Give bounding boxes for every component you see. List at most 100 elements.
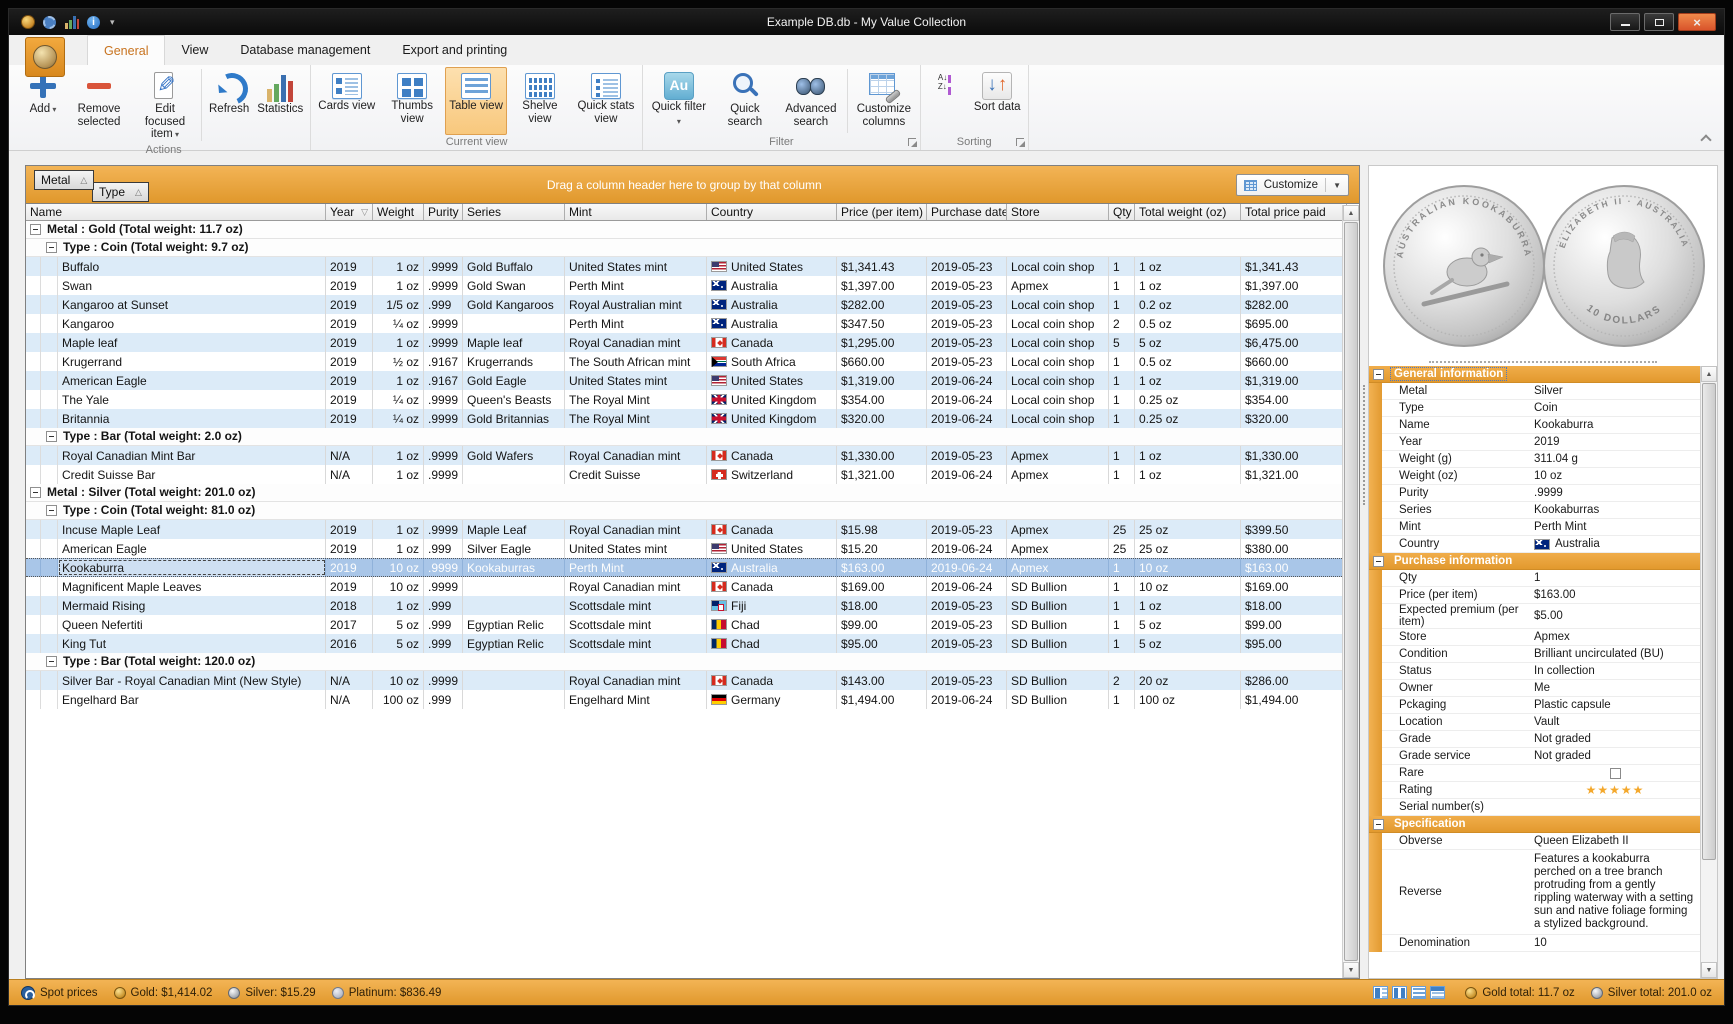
group-row[interactable]: Type : Bar (Total weight: 120.0 oz) — [26, 653, 1342, 671]
quick-search-button[interactable]: Quick search — [712, 67, 778, 135]
table-row[interactable]: Kangaroo at Sunset20191/5 oz.999Gold Kan… — [26, 295, 1342, 314]
group-row[interactable]: Metal : Silver (Total weight: 201.0 oz) — [26, 484, 1342, 502]
app-coin-icon[interactable] — [21, 15, 35, 29]
statistics-chart-icon[interactable] — [64, 16, 79, 29]
collapse-icon[interactable] — [46, 242, 57, 253]
group-row[interactable]: Type : Coin (Total weight: 81.0 oz) — [26, 502, 1342, 520]
sort-az-stack-icon-button[interactable] — [924, 67, 970, 135]
dialog-launcher-icon[interactable] — [1016, 138, 1024, 146]
table-view-button[interactable]: Table view — [445, 67, 507, 135]
app-menu-button[interactable] — [25, 37, 65, 77]
info-icon[interactable] — [87, 16, 100, 29]
scroll-down-icon[interactable]: ▼ — [1701, 962, 1717, 978]
table-row[interactable]: Maple leaf20191 oz.9999Maple leafRoyal C… — [26, 333, 1342, 352]
statistics-button[interactable]: Statistics — [253, 67, 307, 143]
group-chip-metal[interactable]: Metal△ — [34, 170, 94, 190]
scroll-up-icon[interactable]: ▲ — [1701, 366, 1717, 382]
group-chip-type[interactable]: Type△ — [92, 182, 149, 202]
advanced-search-button[interactable]: Advanced search — [778, 67, 844, 135]
detail-section-header[interactable]: Purchase information — [1369, 553, 1700, 570]
status-view-1-icon[interactable] — [1373, 986, 1388, 999]
scroll-thumb[interactable] — [1344, 222, 1358, 961]
table-row[interactable]: Royal Canadian Mint BarN/A1 oz.9999Gold … — [26, 446, 1342, 465]
table-scrollbar[interactable]: ▲ ▼ — [1342, 205, 1359, 978]
settings-gear-icon[interactable] — [43, 16, 56, 29]
remove-selected-button[interactable]: Remove selected — [66, 67, 132, 143]
table-row[interactable]: Mermaid Rising20181 oz.999Scottsdale min… — [26, 596, 1342, 615]
table-row[interactable]: Engelhard BarN/A100 oz.999Engelhard Mint… — [26, 690, 1342, 709]
column-header-total-weight-oz[interactable]: Total weight (oz) — [1135, 204, 1241, 220]
table-row[interactable]: Britannia2019¼ oz.9999Gold BritanniasThe… — [26, 409, 1342, 428]
detail-section-header[interactable]: Specification — [1369, 816, 1700, 833]
status-view-2-icon[interactable] — [1392, 986, 1407, 999]
column-header-series[interactable]: Series — [463, 204, 565, 220]
column-header-mint[interactable]: Mint — [565, 204, 707, 220]
scroll-up-icon[interactable]: ▲ — [1343, 205, 1359, 221]
column-header-qty[interactable]: Qty — [1109, 204, 1135, 220]
collapse-icon[interactable] — [30, 487, 41, 498]
collapse-icon[interactable] — [1373, 819, 1384, 830]
table-row[interactable]: Krugerrand2019½ oz.9167KrugerrandsThe So… — [26, 352, 1342, 371]
panel-splitter[interactable] — [1360, 165, 1368, 979]
rating-stars[interactable]: ★★★★★ — [1586, 783, 1645, 797]
collapse-icon[interactable] — [46, 656, 57, 667]
quick-stats-view-button[interactable]: Quick stats view — [573, 67, 639, 135]
scroll-thumb[interactable] — [1702, 383, 1716, 860]
column-header-purchase-date[interactable]: Purchase date — [927, 204, 1007, 220]
collapse-icon[interactable] — [30, 224, 41, 235]
group-row[interactable]: Type : Bar (Total weight: 2.0 oz) — [26, 428, 1342, 446]
table-row[interactable]: Swan20191 oz.9999Gold SwanPerth MintAust… — [26, 276, 1342, 295]
column-header-year[interactable]: Year▽ — [326, 204, 373, 220]
customize-button[interactable]: Customize ▼ — [1236, 174, 1349, 196]
dialog-launcher-icon[interactable] — [908, 138, 916, 146]
table-row[interactable]: Incuse Maple Leaf20191 oz.9999Maple Leaf… — [26, 520, 1342, 539]
column-header-total-price-paid[interactable]: Total price paid — [1241, 204, 1347, 220]
detail-section-header[interactable]: General information — [1369, 366, 1700, 383]
tab-general[interactable]: General — [87, 35, 165, 65]
group-row[interactable]: Type : Coin (Total weight: 9.7 oz) — [26, 239, 1342, 257]
maximize-button[interactable] — [1644, 13, 1674, 31]
group-by-bar[interactable]: Drag a column header here to group by th… — [26, 166, 1359, 204]
table-row[interactable]: American Eagle20191 oz.999Silver EagleUn… — [26, 539, 1342, 558]
tab-database-management[interactable]: Database management — [224, 35, 386, 65]
table-row[interactable]: Magnificent Maple Leaves201910 oz.9999Ro… — [26, 577, 1342, 596]
detail-scrollbar[interactable]: ▲ ▼ — [1700, 366, 1717, 978]
sort-data-button[interactable]: Sort data — [970, 67, 1025, 135]
collapse-ribbon-icon[interactable] — [1700, 134, 1711, 145]
add-button[interactable]: Add ▾ — [20, 67, 66, 143]
close-button[interactable]: × — [1678, 13, 1716, 31]
collapse-icon[interactable] — [46, 505, 57, 516]
tab-view[interactable]: View — [165, 35, 224, 65]
shelve-view-button[interactable]: Shelve view — [507, 67, 573, 135]
edit-focused-item-button[interactable]: Edit focused item ▾ — [132, 67, 198, 143]
minimize-button[interactable] — [1610, 13, 1640, 31]
column-header-price-per-item[interactable]: Price (per item) — [837, 204, 927, 220]
collapse-icon[interactable] — [1373, 556, 1384, 567]
table-row[interactable]: Kookaburra201910 oz.9999KookaburrasPerth… — [26, 558, 1342, 577]
quick-filter-button[interactable]: Quick filter ▾ — [646, 67, 712, 135]
group-row[interactable]: Metal : Gold (Total weight: 11.7 oz) — [26, 221, 1342, 239]
detail-splitter[interactable] — [1369, 358, 1717, 366]
tab-export-and-printing[interactable]: Export and printing — [386, 35, 523, 65]
status-view-4-icon[interactable] — [1430, 986, 1445, 999]
column-header-purity[interactable]: Purity — [424, 204, 463, 220]
column-header-name[interactable]: Name — [26, 204, 326, 220]
collapse-icon[interactable] — [1373, 369, 1384, 380]
status-view-3-icon[interactable] — [1411, 986, 1426, 999]
collapse-icon[interactable] — [46, 431, 57, 442]
cards-view-button[interactable]: Cards view — [314, 67, 379, 135]
customize-columns-button[interactable]: Customize columns — [851, 67, 917, 135]
table-row[interactable]: King Tut20165 oz.999Egyptian RelicScotts… — [26, 634, 1342, 653]
thumbs-view-button[interactable]: Thumbs view — [379, 67, 445, 135]
table-row[interactable]: Silver Bar - Royal Canadian Mint (New St… — [26, 671, 1342, 690]
scroll-down-icon[interactable]: ▼ — [1343, 962, 1359, 978]
table-row[interactable]: Kangaroo2019¼ oz.9999Perth MintAustralia… — [26, 314, 1342, 333]
table-row[interactable]: American Eagle20191 oz.9167Gold EagleUni… — [26, 371, 1342, 390]
column-header-country[interactable]: Country — [707, 204, 837, 220]
column-header-weight[interactable]: Weight — [373, 204, 424, 220]
qat-more-icon[interactable]: ▾ — [110, 17, 115, 28]
table-row[interactable]: Credit Suisse BarN/A1 oz.9999Credit Suis… — [26, 465, 1342, 484]
table-row[interactable]: The Yale2019¼ oz.9999Queen's BeastsThe R… — [26, 390, 1342, 409]
table-row[interactable]: Buffalo20191 oz.9999Gold BuffaloUnited S… — [26, 257, 1342, 276]
table-row[interactable]: Queen Nefertiti20175 oz.999Egyptian Reli… — [26, 615, 1342, 634]
